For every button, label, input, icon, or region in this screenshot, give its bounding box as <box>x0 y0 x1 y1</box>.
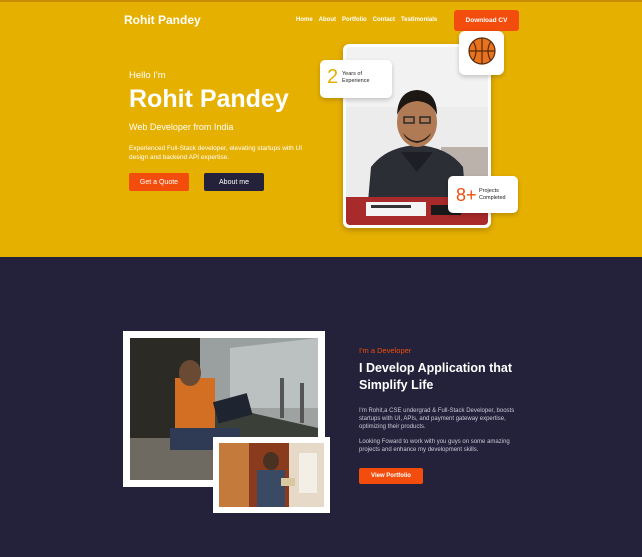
about-paragraph-1: I'm Rohit,a CSE undergrad & Full-Stack D… <box>359 408 515 430</box>
download-cv-button[interactable]: Download CV <box>454 10 519 31</box>
view-portfolio-button[interactable]: View Portfolio <box>359 468 423 484</box>
get-quote-button[interactable]: Get a Quote <box>129 173 189 191</box>
projects-label: Projects Completed <box>479 188 506 201</box>
about-heading: I Develop Application that Simplify Life <box>359 361 513 392</box>
projects-badge: 8+ Projects Completed <box>448 176 518 213</box>
brand-logo[interactable]: Rohit Pandey <box>124 13 201 27</box>
about-eyebrow: I'm a Developer <box>359 346 412 355</box>
experience-number: 2 <box>327 66 339 88</box>
nav-home[interactable]: Home <box>296 17 313 23</box>
nav-about[interactable]: About <box>319 17 336 23</box>
hero-description: Experienced Full-Stack developer, elevat… <box>129 145 303 161</box>
basketball-badge <box>459 31 504 75</box>
top-border <box>0 0 642 2</box>
hero-greeting: Hello I'm <box>129 70 166 81</box>
work-photo-small <box>213 437 330 513</box>
hero-role: Web Developer from India <box>129 122 234 132</box>
about-me-button[interactable]: About me <box>204 173 264 191</box>
main-nav: Home About Portfolio Contact Testimonial… <box>296 17 437 23</box>
projects-number: 8+ <box>456 185 477 205</box>
nav-testimonials[interactable]: Testimonials <box>401 17 437 23</box>
hero-name: Rohit Pandey <box>129 85 289 113</box>
experience-label: Years of Experience <box>342 71 370 84</box>
nav-contact[interactable]: Contact <box>373 17 395 23</box>
nav-portfolio[interactable]: Portfolio <box>342 17 367 23</box>
work-photo-small-image <box>219 443 324 507</box>
experience-badge: 2 Years of Experience <box>320 60 392 98</box>
hero-section <box>0 0 642 257</box>
about-paragraph-2: Looking Foward to work with you guys on … <box>359 439 510 453</box>
basketball-icon <box>467 36 497 71</box>
